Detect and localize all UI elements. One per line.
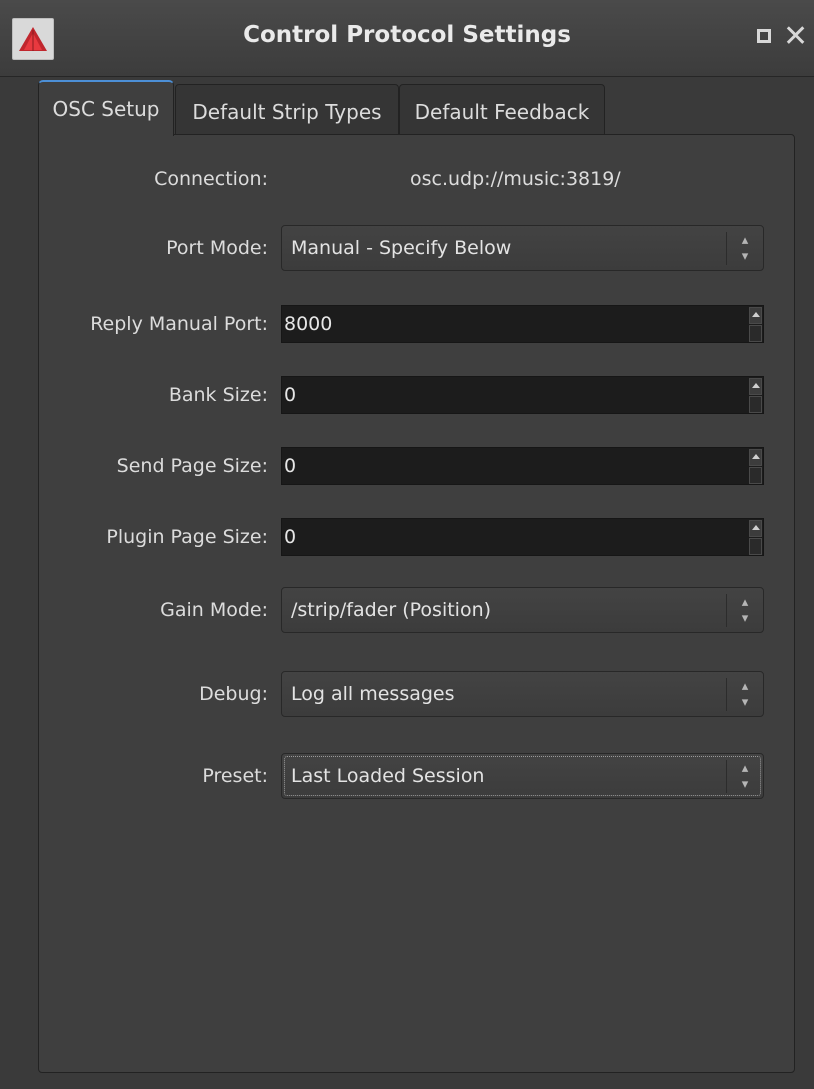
- bank-size-spinbox[interactable]: 0: [281, 376, 764, 414]
- preset-label: Preset:: [202, 765, 268, 787]
- updown-chevron-icon: ▴ ▾: [726, 232, 763, 265]
- maximize-button[interactable]: [752, 24, 780, 52]
- send-page-size-value: 0: [284, 455, 297, 477]
- connection-value: osc.udp://music:3819/: [410, 168, 621, 190]
- increment-icon[interactable]: [749, 307, 762, 324]
- preset-dropdown[interactable]: Last Loaded Session ▴ ▾: [281, 753, 764, 799]
- tab-default-feedback[interactable]: Default Feedback: [399, 84, 605, 134]
- increment-icon[interactable]: [749, 378, 762, 395]
- spin-buttons: [749, 377, 763, 413]
- spin-buttons: [749, 519, 763, 555]
- gain-mode-dropdown[interactable]: /strip/fader (Position) ▴ ▾: [281, 587, 764, 633]
- gain-mode-label: Gain Mode:: [160, 599, 268, 621]
- decrement-icon[interactable]: [749, 396, 762, 413]
- plugin-page-size-value: 0: [284, 526, 297, 548]
- debug-label: Debug:: [199, 683, 268, 705]
- spin-buttons: [749, 448, 763, 484]
- plugin-page-size-spinbox[interactable]: 0: [281, 518, 764, 556]
- tab-default-strip-types[interactable]: Default Strip Types: [175, 84, 399, 134]
- decrement-icon[interactable]: [749, 467, 762, 484]
- port-mode-label: Port Mode:: [166, 237, 268, 259]
- increment-icon[interactable]: [749, 449, 762, 466]
- preset-value: Last Loaded Session: [291, 765, 485, 787]
- close-button[interactable]: ✕: [783, 20, 811, 54]
- bank-size-value: 0: [284, 384, 297, 406]
- debug-dropdown[interactable]: Log all messages ▴ ▾: [281, 671, 764, 717]
- port-mode-dropdown[interactable]: Manual - Specify Below ▴ ▾: [281, 225, 764, 271]
- increment-icon[interactable]: [749, 520, 762, 537]
- reply-port-value: 8000: [284, 313, 333, 335]
- updown-chevron-icon: ▴ ▾: [726, 594, 763, 627]
- send-page-size-spinbox[interactable]: 0: [281, 447, 764, 485]
- maximize-icon: [757, 29, 771, 43]
- title-bar[interactable]: Control Protocol Settings ✕: [0, 0, 814, 77]
- tab-osc-setup[interactable]: OSC Setup: [38, 80, 174, 136]
- window-title: Control Protocol Settings: [243, 22, 571, 48]
- spin-buttons: [749, 306, 763, 342]
- port-mode-value: Manual - Specify Below: [291, 237, 512, 259]
- close-icon: ✕: [783, 19, 809, 54]
- send-page-size-label: Send Page Size:: [116, 455, 268, 477]
- debug-value: Log all messages: [291, 683, 455, 705]
- reply-port-label: Reply Manual Port:: [90, 313, 268, 335]
- gain-mode-value: /strip/fader (Position): [291, 599, 492, 621]
- connection-label: Connection:: [154, 168, 268, 190]
- updown-chevron-icon: ▴ ▾: [726, 760, 763, 793]
- reply-port-spinbox[interactable]: 8000: [281, 305, 764, 343]
- plugin-page-size-label: Plugin Page Size:: [106, 526, 268, 548]
- control-protocol-settings-window: Control Protocol Settings ✕ OSC Setup De…: [0, 0, 814, 1089]
- decrement-icon[interactable]: [749, 325, 762, 342]
- bank-size-label: Bank Size:: [168, 384, 268, 406]
- updown-chevron-icon: ▴ ▾: [726, 678, 763, 711]
- decrement-icon[interactable]: [749, 538, 762, 555]
